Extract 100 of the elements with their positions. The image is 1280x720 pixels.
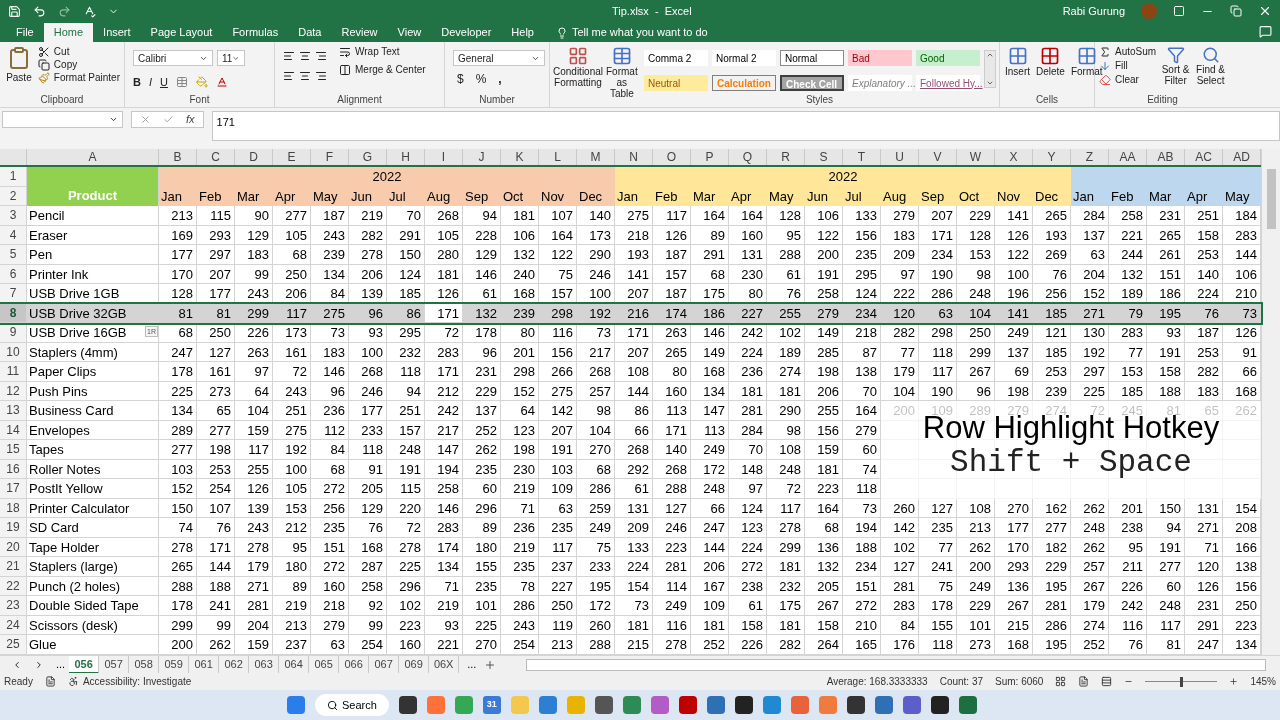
bold-button[interactable]: B — [133, 74, 141, 91]
next-sheet-icon[interactable] — [34, 659, 44, 670]
save-icon[interactable] — [8, 4, 21, 18]
number-format-field[interactable]: General — [453, 50, 545, 66]
row-header[interactable]: 11 — [0, 362, 27, 382]
cell-style-option[interactable]: Followed Hy... — [916, 75, 980, 91]
row-header[interactable]: 19 — [0, 518, 27, 538]
conditional-formatting-button[interactable]: Conditional Formatting — [554, 46, 602, 88]
column-header[interactable]: R — [767, 149, 805, 165]
column-header[interactable]: A — [27, 149, 159, 165]
ribbon-tab[interactable]: Developer — [431, 23, 502, 42]
ribbon-display-icon[interactable] — [1173, 5, 1185, 17]
row-header[interactable]: 8 — [0, 303, 27, 323]
column-header[interactable]: C — [197, 149, 235, 165]
tell-me-field[interactable]: Tell me what you want to do — [571, 24, 708, 41]
column-header[interactable]: P — [691, 149, 729, 165]
zoom-slider[interactable] — [1145, 676, 1218, 687]
calendar-icon[interactable]: 31 — [482, 696, 501, 714]
column-header[interactable]: I — [425, 149, 463, 165]
find-select-button[interactable]: Find & Select — [1195, 46, 1226, 86]
ribbon-tab[interactable]: View — [387, 23, 432, 42]
normal-view-icon[interactable] — [1055, 676, 1067, 687]
column-header[interactable]: J — [463, 149, 501, 165]
currency-button[interactable]: $ — [457, 70, 464, 88]
ribbon-tab[interactable]: Review — [331, 23, 388, 42]
cut-button[interactable]: Cut — [37, 46, 120, 58]
column-header[interactable]: Z — [1071, 149, 1109, 165]
sheet-more-button[interactable]: ... — [56, 656, 66, 673]
formula-field[interactable]: 171 — [211, 111, 1280, 141]
ribbon-tab[interactable]: Formulas — [222, 23, 289, 42]
zoom-in-icon[interactable] — [1229, 677, 1239, 686]
column-header[interactable]: E — [273, 149, 311, 165]
cell-style-option[interactable]: Comma 2 — [644, 50, 708, 66]
insert-function-button[interactable]: fx — [186, 111, 195, 128]
row-header[interactable]: 3 — [0, 206, 27, 226]
cell-style-option[interactable]: Normal — [780, 50, 844, 66]
ribbon-tab[interactable]: Home — [43, 23, 94, 42]
ribbon-tab[interactable]: Page Layout — [140, 23, 223, 42]
spell-check-icon[interactable] — [83, 4, 96, 18]
page-layout-icon[interactable] — [1078, 676, 1090, 687]
column-header[interactable]: S — [805, 149, 843, 165]
column-header[interactable]: Q — [729, 149, 767, 165]
column-header[interactable]: K — [501, 149, 539, 165]
close-icon[interactable] — [1258, 4, 1272, 18]
zoom-thumb[interactable] — [1179, 676, 1183, 687]
zoom-level[interactable]: 145% — [1250, 674, 1276, 689]
vertical-scrollbar[interactable] — [1261, 149, 1280, 655]
align-top-icon[interactable] — [283, 50, 295, 62]
row-header[interactable]: 15 — [0, 440, 27, 460]
column-header[interactable]: AC — [1185, 149, 1223, 165]
column-header[interactable]: AA — [1109, 149, 1147, 165]
row-header[interactable]: 25 — [0, 635, 27, 655]
merge-center-button[interactable]: Merge & Center — [339, 64, 426, 76]
copy-button[interactable]: Copy — [37, 59, 120, 71]
column-header[interactable]: D — [235, 149, 273, 165]
underline-button[interactable]: U — [160, 74, 168, 91]
horizontal-scrollbar[interactable] — [526, 658, 1267, 671]
row-header[interactable]: 21 — [0, 557, 27, 577]
ribbon-tab[interactable]: Insert — [93, 23, 141, 42]
align-left-icon[interactable] — [283, 70, 295, 82]
font-name-field[interactable]: Calibri — [133, 50, 213, 66]
restore-icon[interactable] — [1230, 5, 1242, 17]
cells-button[interactable]: Insert — [1004, 46, 1031, 78]
format-as-table-button[interactable]: Format as Table — [606, 46, 638, 99]
column-header[interactable]: V — [919, 149, 957, 165]
undo-icon[interactable] — [33, 4, 46, 18]
row-header[interactable]: 17 — [0, 479, 27, 499]
font-size-field[interactable]: 11 — [217, 50, 245, 66]
comma-button[interactable]: , — [498, 70, 502, 88]
borders-icon[interactable] — [175, 76, 188, 89]
sheet-tab[interactable]: 056 — [69, 655, 100, 674]
page-break-icon[interactable] — [1101, 676, 1113, 687]
column-header[interactable]: AB — [1147, 149, 1185, 165]
font-color-icon[interactable] — [215, 76, 228, 89]
column-header[interactable]: Y — [1033, 149, 1071, 165]
column-header[interactable]: O — [653, 149, 691, 165]
column-header[interactable]: W — [957, 149, 995, 165]
scroll-down-icon[interactable] — [986, 79, 994, 87]
cell-style-option[interactable]: Normal 2 — [712, 50, 776, 66]
column-header[interactable]: T — [843, 149, 881, 165]
column-header[interactable]: M — [577, 149, 615, 165]
scroll-up-icon[interactable] — [986, 51, 994, 59]
wrap-text-button[interactable]: Wrap Text — [339, 46, 426, 58]
cancel-icon[interactable] — [140, 114, 151, 125]
paste-button[interactable]: Paste — [4, 46, 34, 94]
row-header[interactable]: 13 — [0, 401, 27, 421]
align-right-icon[interactable] — [315, 70, 327, 82]
accessibility-status[interactable]: Accessibility: Investigate — [82, 674, 192, 689]
sort-filter-button[interactable]: Sort & Filter — [1160, 46, 1192, 86]
ribbon-tab[interactable]: Data — [288, 23, 332, 42]
align-middle-icon[interactable] — [299, 50, 311, 62]
column-header[interactable]: X — [995, 149, 1033, 165]
column-header[interactable]: U — [881, 149, 919, 165]
row-header[interactable]: 23 — [0, 596, 27, 616]
italic-button[interactable]: I — [148, 74, 152, 91]
column-header[interactable]: L — [539, 149, 577, 165]
sheet-more-button[interactable]: ... — [467, 656, 477, 673]
comments-icon[interactable] — [1259, 25, 1272, 38]
column-header[interactable]: F — [311, 149, 349, 165]
cell-style-option[interactable]: Bad — [848, 50, 912, 66]
